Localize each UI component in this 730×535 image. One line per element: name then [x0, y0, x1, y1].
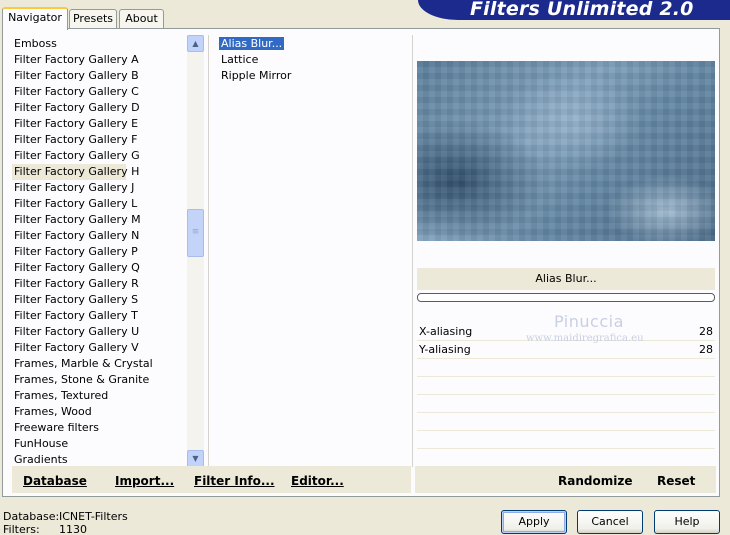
status-database-label: Database:: [3, 510, 60, 523]
category-item[interactable]: Filter Factory Gallery F: [12, 132, 188, 148]
category-item[interactable]: Filter Factory Gallery C: [12, 84, 188, 100]
cancel-button[interactable]: Cancel: [577, 510, 643, 534]
param-row-empty: [417, 449, 715, 467]
reset-button[interactable]: Reset: [657, 474, 695, 488]
divider-right: [412, 35, 413, 467]
category-item[interactable]: Filter Factory Gallery S: [12, 292, 188, 308]
selected-filter-name: Alias Blur...: [417, 268, 715, 290]
filter-item-label: Lattice: [221, 53, 259, 66]
category-item[interactable]: Filter Factory Gallery E: [12, 116, 188, 132]
category-item[interactable]: Filter Factory Gallery R: [12, 276, 188, 292]
category-item[interactable]: Freeware filters: [12, 420, 188, 436]
category-item[interactable]: Filter Factory Gallery B: [12, 68, 188, 84]
scroll-down-button[interactable]: ▼: [187, 450, 204, 467]
status-filters-label: Filters:: [3, 523, 40, 535]
category-item[interactable]: Filter Factory Gallery L: [12, 196, 188, 212]
randomize-button[interactable]: Randomize: [558, 474, 632, 488]
preview-image: [417, 61, 715, 241]
category-item[interactable]: FunHouse: [12, 436, 188, 452]
progress-bar: [417, 293, 715, 302]
category-item[interactable]: Filter Factory Gallery P: [12, 244, 188, 260]
category-item[interactable]: Filter Factory Gallery J: [12, 180, 188, 196]
param-row-empty: [417, 359, 715, 377]
param-row-empty: [417, 395, 715, 413]
category-item[interactable]: Filter Factory Gallery Q: [12, 260, 188, 276]
title-banner: Filters Unlimited 2.0: [418, 0, 730, 20]
category-item[interactable]: Frames, Textured: [12, 388, 188, 404]
editor-button[interactable]: Editor...: [291, 474, 344, 488]
filter-item[interactable]: Ripple Mirror: [219, 68, 409, 84]
category-item[interactable]: Filter Factory Gallery G: [12, 148, 188, 164]
param-name: X-aliasing: [419, 325, 473, 338]
param-name: Y-aliasing: [419, 343, 471, 356]
category-item[interactable]: Frames, Stone & Granite: [12, 372, 188, 388]
category-scrollbar[interactable]: ▲ ≡ ▼: [187, 35, 204, 467]
param-value: 28: [699, 343, 713, 356]
param-value: 28: [699, 325, 713, 338]
category-item[interactable]: Frames, Marble & Crystal: [12, 356, 188, 372]
status-database-value: ICNET-Filters: [59, 510, 128, 523]
category-item[interactable]: Filter Factory Gallery M: [12, 212, 188, 228]
tab-about[interactable]: About: [119, 9, 164, 29]
category-list[interactable]: Emboss Filter Factory Gallery A Filter Fac…: [12, 36, 188, 468]
filter-item-label: Alias Blur...: [217, 36, 286, 51]
navigator-toolbar: Database Import... Filter Info... Editor…: [12, 466, 411, 493]
banner-title: Filters Unlimited 2.0: [470, 0, 694, 20]
filter-item[interactable]: Alias Blur...: [217, 36, 409, 52]
category-item[interactable]: Frames, Wood: [12, 404, 188, 420]
filter-list[interactable]: Alias Blur... Lattice Ripple Mirror: [217, 36, 409, 84]
param-row-empty: [417, 413, 715, 431]
database-button[interactable]: Database: [23, 474, 87, 488]
navigator-panel: Emboss Filter Factory Gallery A Filter Fac…: [2, 28, 720, 497]
tab-presets[interactable]: Presets: [69, 9, 117, 29]
status-filters-value: 1130: [59, 523, 87, 535]
watermark-site: www.maidiregrafica.eu: [526, 333, 644, 344]
scroll-up-button[interactable]: ▲: [187, 35, 204, 52]
category-item[interactable]: Filter Factory Gallery A: [12, 52, 188, 68]
filter-info-button[interactable]: Filter Info...: [194, 474, 275, 488]
filter-item-label: Ripple Mirror: [221, 69, 292, 82]
param-row-empty: [417, 431, 715, 449]
category-item[interactable]: Filter Factory Gallery V: [12, 340, 188, 356]
category-item[interactable]: Filter Factory Gallery D: [12, 100, 188, 116]
param-row-empty: [417, 377, 715, 395]
category-item[interactable]: Emboss: [12, 36, 188, 52]
apply-button[interactable]: Apply: [501, 510, 567, 534]
category-item[interactable]: Filter Factory Gallery T: [12, 308, 188, 324]
divider-left: [208, 35, 209, 467]
category-item[interactable]: Filter Factory Gallery N: [12, 228, 188, 244]
category-item[interactable]: Filter Factory Gallery H: [12, 164, 139, 180]
import-button[interactable]: Import...: [115, 474, 174, 488]
filter-item[interactable]: Lattice: [219, 52, 409, 68]
watermark-name: Pinuccia: [554, 312, 624, 331]
category-item[interactable]: Filter Factory Gallery U: [12, 324, 188, 340]
scroll-thumb[interactable]: ≡: [187, 209, 204, 257]
preview-toolbar: Randomize Reset: [415, 466, 716, 493]
tab-navigator[interactable]: Navigator: [2, 7, 68, 30]
help-button[interactable]: Help: [654, 510, 720, 534]
